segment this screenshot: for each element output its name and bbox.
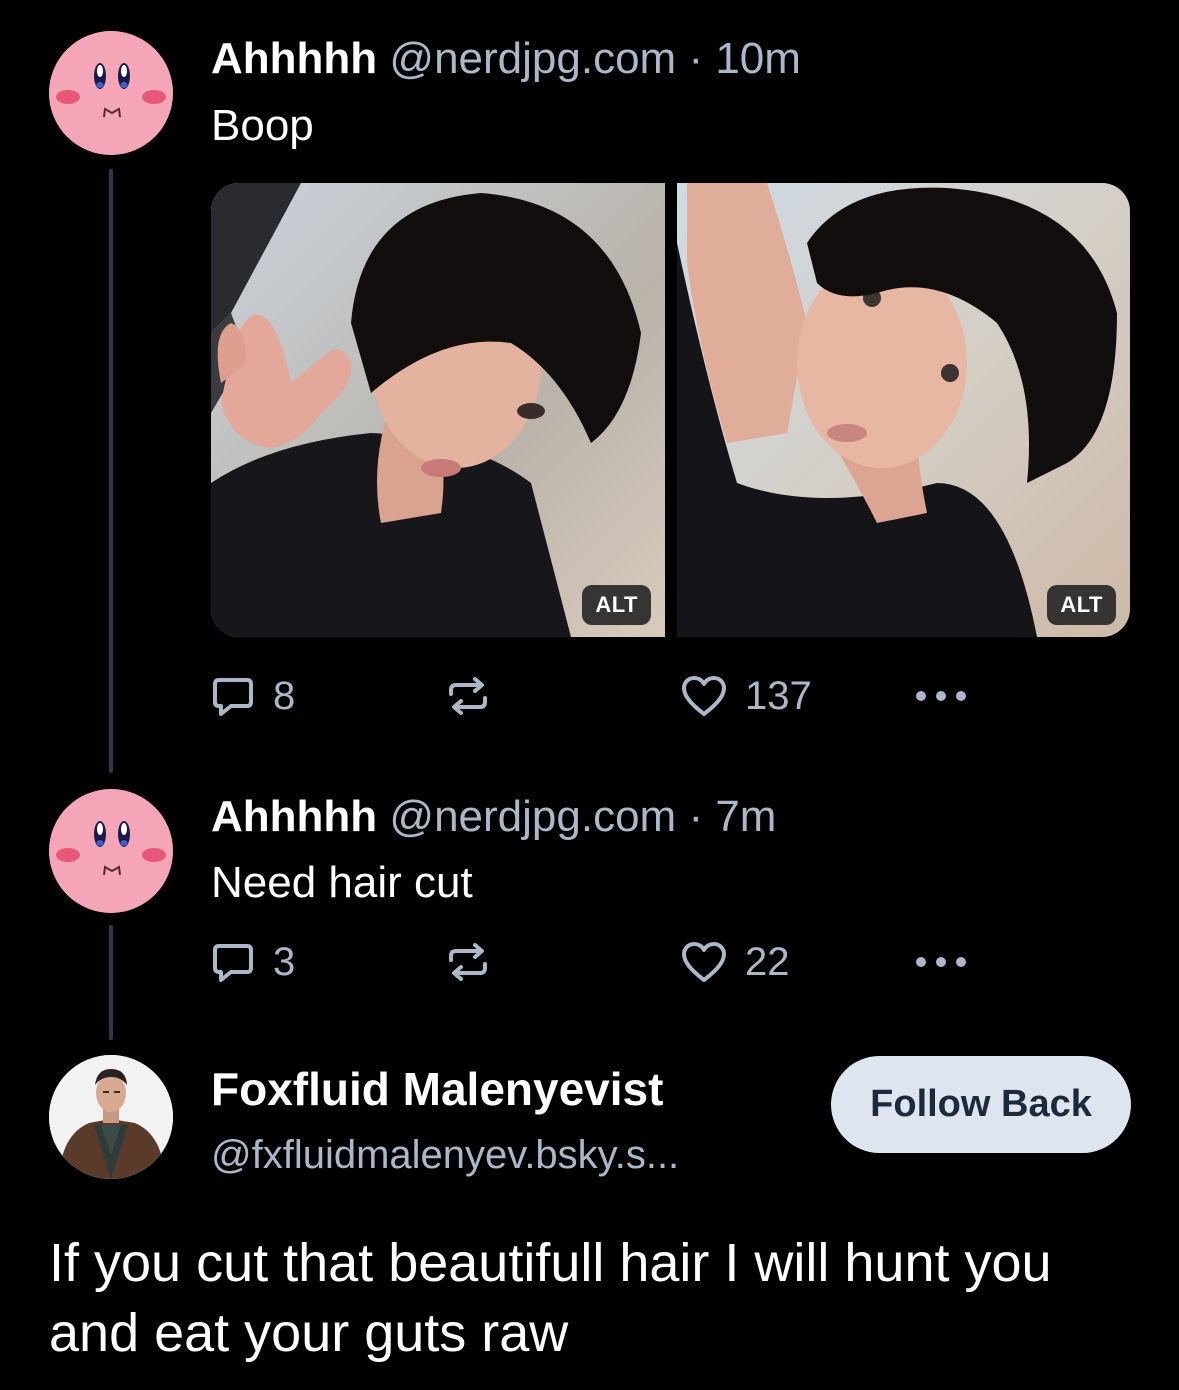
repost-icon [449,677,487,715]
like-count: 22 [745,940,790,984]
post-image-2[interactable]: ALT [677,183,1130,637]
display-name[interactable]: Ahhhhh [211,34,377,83]
reply-button[interactable]: 8 [211,671,295,721]
selfie-photo-icon [211,183,665,637]
alt-badge[interactable]: ALT [1047,585,1116,625]
heart-icon [682,942,726,982]
thread-line-2 [109,925,113,1040]
speech-bubble-icon [213,678,253,716]
heart-icon [682,676,726,716]
more-button[interactable] [915,671,967,721]
like-button[interactable]: 22 [681,937,790,987]
like-count: 137 [745,674,812,718]
handle[interactable]: @nerdjpg.com [389,34,676,83]
kirby-avatar-icon [49,789,173,913]
kirby-avatar-icon [49,31,173,155]
reply-count: 8 [273,674,296,718]
avatar[interactable] [49,31,173,155]
repost-button[interactable] [445,671,491,721]
reply-count: 3 [273,940,296,984]
speech-bubble-icon [213,944,253,982]
more-dots-icon [916,957,966,967]
post-image-1[interactable]: ALT [211,183,665,637]
post-header: Ahhhhh @nerdjpg.com · 10m [211,37,801,81]
follow-back-button[interactable]: Follow Back [831,1056,1131,1153]
avatar[interactable] [49,1055,173,1179]
illustrated-man-avatar-icon [49,1055,173,1179]
action-bar: 8 137 [211,671,981,721]
author-handle[interactable]: @fxfluidmalenyev.bsky.s... [211,1135,679,1175]
author-display-name[interactable]: Foxfluid Malenyevist [211,1066,663,1112]
more-button[interactable] [915,937,967,987]
post-text: Boop [211,101,314,150]
like-button[interactable]: 137 [681,671,812,721]
post-text: Need hair cut [211,858,473,907]
handle[interactable]: @nerdjpg.com [389,792,676,841]
repost-icon [449,943,487,981]
action-bar: 3 22 [211,937,981,987]
display-name[interactable]: Ahhhhh [211,792,377,841]
selfie-photo-icon [677,183,1130,637]
post-time: · 7m [688,792,777,841]
avatar[interactable] [49,789,173,913]
post-time: · 10m [688,34,801,83]
reply-text: If you cut that beautifull hair I will h… [49,1233,1052,1363]
repost-button[interactable] [445,937,491,987]
alt-badge[interactable]: ALT [582,585,651,625]
more-dots-icon [916,691,966,701]
post-header: Ahhhhh @nerdjpg.com · 7m [211,795,776,839]
reply-button[interactable]: 3 [211,937,295,987]
thread-line-1 [109,169,113,773]
